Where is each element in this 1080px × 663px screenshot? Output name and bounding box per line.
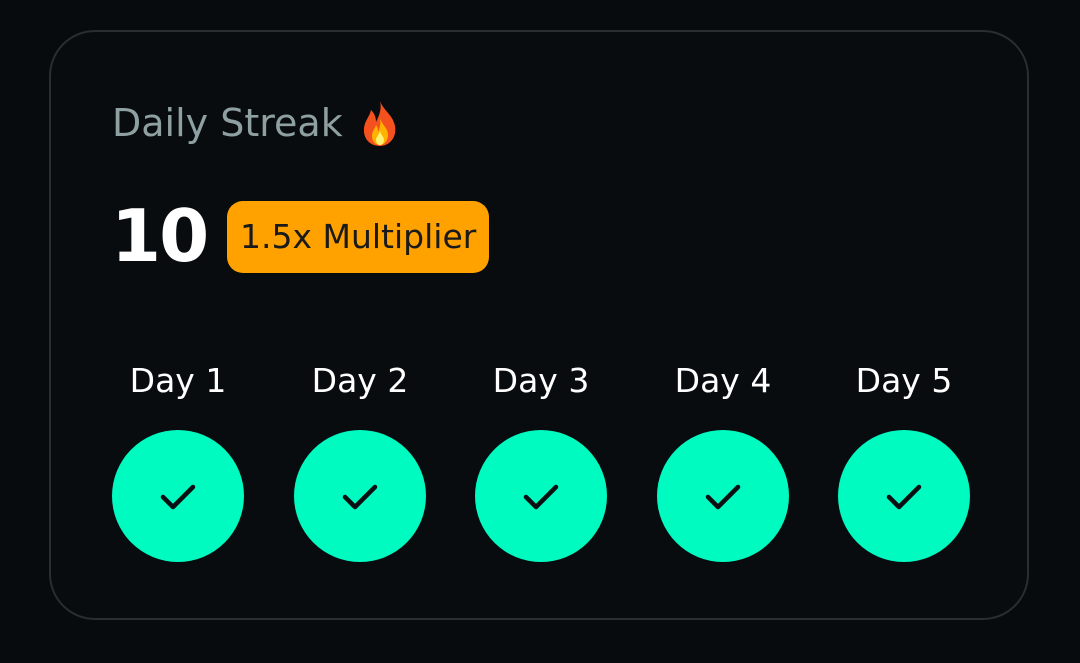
check-icon (705, 484, 741, 510)
day-label: Day 4 (674, 361, 772, 400)
day-item-4: Day 4 (657, 358, 789, 562)
multiplier-badge: 1.5x Multiplier (227, 201, 490, 273)
day-complete-indicator (112, 430, 244, 562)
check-icon (342, 484, 378, 510)
fire-icon (357, 98, 403, 148)
day-item-2: Day 2 (294, 358, 426, 562)
daily-streak-card: Daily Streak 10 1.5x Multiplier Day 1 Da… (49, 30, 1029, 620)
day-label: Day 1 (129, 361, 227, 400)
streak-title: Daily Streak (112, 98, 403, 148)
day-item-5: Day 5 (838, 358, 970, 562)
day-complete-indicator (475, 430, 607, 562)
day-label: Day 2 (311, 361, 409, 400)
check-icon (886, 484, 922, 510)
day-item-1: Day 1 (112, 358, 244, 562)
day-label: Day 5 (855, 361, 953, 400)
streak-count: 10 (111, 194, 209, 278)
day-complete-indicator (657, 430, 789, 562)
day-complete-indicator (294, 430, 426, 562)
check-icon (160, 484, 196, 510)
streak-title-text: Daily Streak (112, 101, 343, 145)
day-complete-indicator (838, 430, 970, 562)
day-label: Day 3 (492, 361, 590, 400)
check-icon (523, 484, 559, 510)
day-item-3: Day 3 (475, 358, 607, 562)
